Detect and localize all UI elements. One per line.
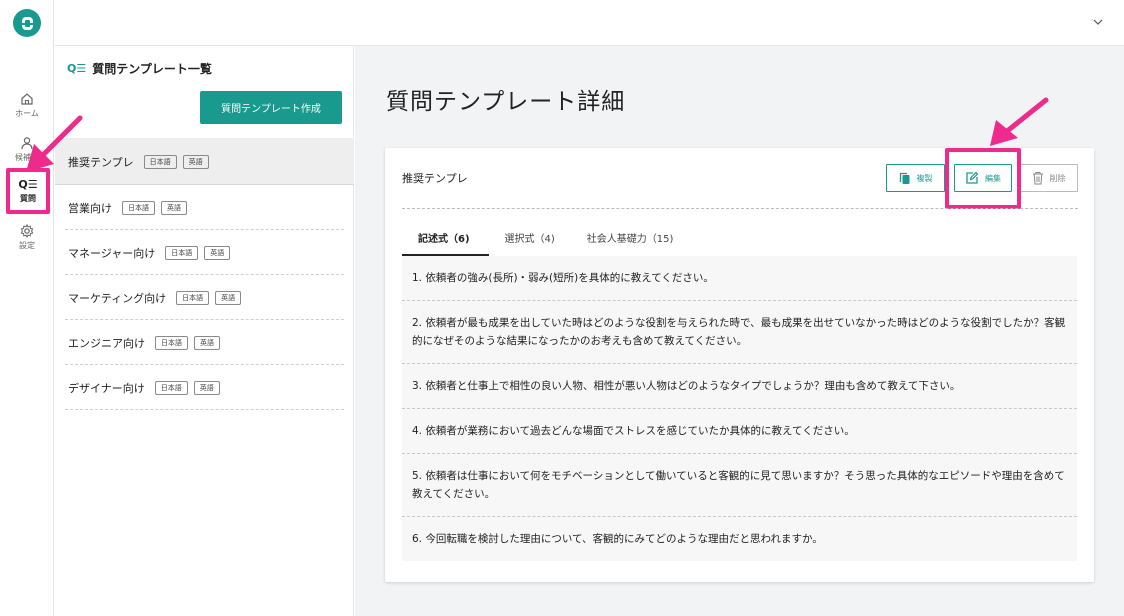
- page-title: 質問テンプレート詳細: [386, 89, 626, 115]
- edit-icon: [966, 171, 979, 184]
- template-list-title: 質問テンプレート一覧: [92, 62, 212, 76]
- language-tag: 英語: [161, 200, 187, 215]
- question-item: 5. 依頼者は仕事において何をモチベーションとして働いていると客観的に見て思いま…: [402, 454, 1077, 517]
- language-tag: 日本語: [155, 335, 188, 350]
- question-item: 6. 今回転職を検討した理由について、客観的にみてどのような理由だと思われますか…: [412, 533, 823, 545]
- template-list-item[interactable]: 推奨テンプレ 日本語 英語: [55, 138, 354, 185]
- copy-label: 複製: [916, 173, 933, 183]
- trash-icon: [1032, 172, 1043, 185]
- template-detail-area: 質問テンプレート詳細 推奨テンプレ 複製 編集 削除 記述式（6) 選択式（4)…: [355, 46, 1124, 616]
- create-template-button[interactable]: 質問テンプレート作成: [200, 91, 342, 124]
- template-name: エンジニア向け: [68, 336, 145, 350]
- app-logo[interactable]: [13, 9, 41, 37]
- edit-label: 編集: [985, 173, 1001, 183]
- delete-button[interactable]: 削除: [1019, 164, 1078, 192]
- language-tag: 日本語: [143, 154, 177, 169]
- question-item: 4. 依頼者が業務において過去どんな場面でストレスを感じていたか具体的に教えてく…: [402, 409, 1077, 454]
- rail-item-settings[interactable]: 設定: [0, 224, 54, 251]
- rail-label-settings: 設定: [19, 241, 35, 250]
- question-item: 3. 依頼者と仕事上で相性の良い人物、相性が悪い人物はどのようなタイプでしょうか…: [402, 364, 1077, 409]
- template-list-item[interactable]: マネージャー向け 日本語 英語: [55, 230, 354, 275]
- template-name: 推奨テンプレ: [68, 155, 134, 169]
- tab-basic-skills[interactable]: 社会人基礎力（15): [571, 230, 690, 256]
- question-item: 2. 依頼者が最も成果を出していた時はどのような役割を与えられた時で、最も成果を…: [402, 301, 1077, 364]
- rail-label-candidates: 候補者: [15, 153, 39, 162]
- person-icon: [21, 137, 33, 150]
- gear-icon: [20, 224, 34, 238]
- template-detail-card: 推奨テンプレ 複製 編集 削除 記述式（6) 選択式（4) 社会人基礎力（15)…: [385, 148, 1094, 582]
- qe-icon: Q☰: [67, 62, 87, 75]
- rail-item-questions[interactable]: Q☰ 質問: [6, 168, 50, 214]
- template-list-heading: Q☰ 質問テンプレート一覧: [67, 60, 212, 77]
- home-icon: [21, 93, 33, 105]
- language-tag: 日本語: [165, 245, 199, 260]
- template-list: 推奨テンプレ 日本語 英語 営業向け 日本語 英語 マネージャー向け 日本語 英…: [55, 138, 354, 410]
- language-tag: 英語: [182, 154, 209, 169]
- template-name: マーケティング向け: [68, 291, 167, 305]
- copy-button[interactable]: 複製: [886, 164, 945, 192]
- rail-item-home[interactable]: ホーム: [0, 92, 54, 119]
- card-divider: [402, 208, 1078, 209]
- template-name: デザイナー向け: [68, 381, 145, 395]
- logo-mark-icon: [21, 16, 33, 30]
- rail-item-candidates[interactable]: 候補者: [0, 136, 54, 163]
- question-list: 1. 依頼者の強み(長所)・弱み(短所)を具体的に教えてください。 2. 依頼者…: [402, 256, 1077, 561]
- question-item: 1. 依頼者の強み(長所)・弱み(短所)を具体的に教えてください。: [402, 256, 1077, 301]
- template-name: 営業向け: [68, 201, 112, 215]
- icon-rail: ホーム 候補者 Q☰ 質問 設定: [0, 0, 54, 616]
- chevron-down-icon[interactable]: [1092, 16, 1104, 28]
- edit-button[interactable]: 編集: [954, 164, 1012, 192]
- template-list-item[interactable]: 営業向け 日本語 英語: [55, 185, 354, 230]
- language-tag: 英語: [215, 290, 242, 305]
- tab-descriptive[interactable]: 記述式（6): [402, 230, 489, 256]
- delete-label: 削除: [1049, 173, 1066, 183]
- template-detail-name: 推奨テンプレ: [402, 172, 468, 185]
- language-tag: 英語: [193, 380, 220, 395]
- rail-label-questions: 質問: [20, 193, 36, 203]
- template-name: マネージャー向け: [68, 246, 156, 260]
- copy-icon: [899, 172, 909, 184]
- template-list-item[interactable]: デザイナー向け 日本語 英語: [55, 365, 354, 410]
- rail-label-home: ホーム: [15, 109, 39, 118]
- template-list-item[interactable]: マーケティング向け 日本語 英語: [55, 275, 354, 320]
- language-tag: 日本語: [154, 380, 188, 395]
- language-tag: 英語: [204, 245, 231, 260]
- language-tag: 日本語: [176, 290, 210, 305]
- language-tag: 日本語: [122, 200, 155, 215]
- question-type-tabs: 記述式（6) 選択式（4) 社会人基礎力（15): [402, 230, 689, 256]
- language-tag: 英語: [194, 335, 220, 350]
- tab-multiple-choice[interactable]: 選択式（4): [489, 230, 571, 256]
- template-list-panel: Q☰ 質問テンプレート一覧 質問テンプレート作成 推奨テンプレ 日本語 英語 営…: [55, 46, 354, 616]
- top-header: [55, 0, 1124, 46]
- template-list-item[interactable]: エンジニア向け 日本語 英語: [55, 320, 354, 365]
- qe-icon: Q☰: [18, 177, 38, 191]
